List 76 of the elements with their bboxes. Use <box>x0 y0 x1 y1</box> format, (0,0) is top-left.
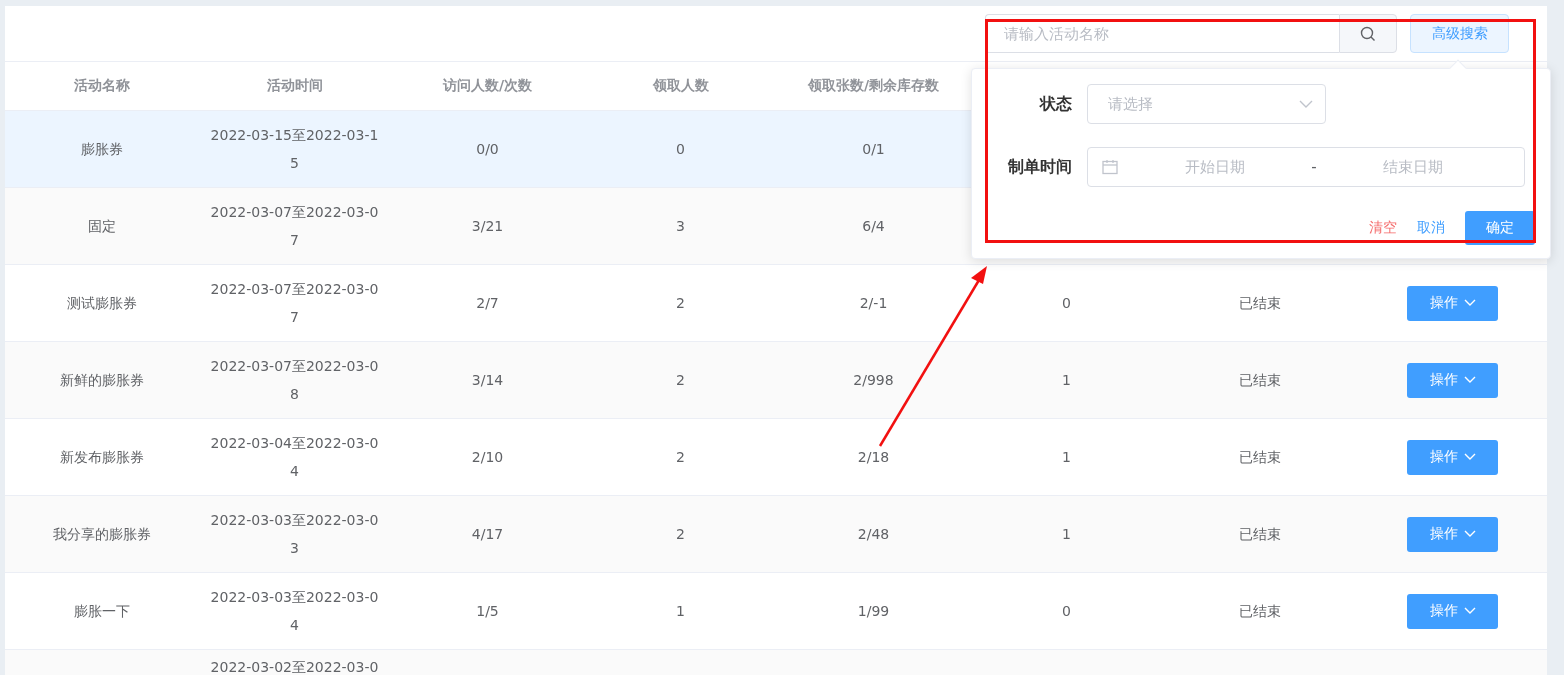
table-cell-text: 膨胀券 <box>80 140 123 159</box>
table-cell-text: 2022-03-07至2022-03-08 <box>210 357 379 404</box>
status-select[interactable]: 请选择 <box>1087 84 1326 124</box>
field-label: 制单时间 <box>1007 156 1072 178</box>
table-cell-text: 2/998 <box>853 371 894 390</box>
confirm-button[interactable]: 确定 <box>1465 211 1535 245</box>
calendar-icon <box>1102 159 1118 175</box>
table-cell-text: 1 <box>676 602 685 621</box>
table-cell-text: 2022-03-04至2022-03-04 <box>210 434 379 481</box>
chevron-down-icon <box>1463 376 1476 384</box>
search-icon <box>1360 25 1376 42</box>
chevron-down-icon <box>1463 299 1476 307</box>
table-cell-text: 2022-03-07至2022-03-07 <box>210 203 379 250</box>
table-cell-text: 2 <box>676 371 685 390</box>
table-cell-text: 0/0 <box>476 140 499 159</box>
table-cell-text: 已结束 <box>1238 448 1281 467</box>
table-cell-text: 1 <box>1062 525 1071 544</box>
action-dropdown-button[interactable]: 操作 <box>1407 516 1498 552</box>
table-cell-text: 测试膨胀券 <box>66 294 137 313</box>
table-cell-text: 3 <box>676 217 685 236</box>
table-cell-text: 2/18 <box>857 448 890 467</box>
table-cell-text: 已结束 <box>1238 525 1281 544</box>
table-cell-text: 已结束 <box>1238 294 1281 313</box>
table-cell-text: 新发布膨胀券 <box>59 448 144 467</box>
table-cell-text: 1/99 <box>857 602 890 621</box>
table-cell-text: 2 <box>676 294 685 313</box>
table-cell-text: 0 <box>676 140 685 159</box>
table-cell-text: 1 <box>1062 371 1071 390</box>
table-cell-text: 固定 <box>87 217 116 236</box>
text-button[interactable]: 清空 <box>1369 211 1397 245</box>
table-cell-text: 0 <box>1062 602 1071 621</box>
table-cell-text: 已结束 <box>1238 602 1281 621</box>
date-range-field[interactable]: 开始日期 - 结束日期 <box>1087 147 1525 187</box>
column-header: 领取人数 <box>651 77 710 95</box>
search-field[interactable]: 请输入活动名称 <box>985 14 1339 53</box>
column-header: 活动时间 <box>265 77 324 95</box>
table-cell-text: 1/5 <box>476 602 499 621</box>
chevron-down-icon <box>1299 99 1313 109</box>
table-cell-text: 我分享的膨胀券 <box>52 525 151 544</box>
search-button[interactable] <box>1339 14 1397 53</box>
column-header: 访问人数/次数 <box>441 77 534 95</box>
table-row[interactable]: 2022-03-02至2022-03-0 <box>5 650 1547 675</box>
table-cell-text: 2/10 <box>471 448 504 467</box>
action-dropdown-button[interactable]: 操作 <box>1407 362 1498 398</box>
column-header: 领取张数/剩余库存数 <box>806 77 941 95</box>
table-cell-text: 已结束 <box>1238 371 1281 390</box>
table-cell-text: 0/1 <box>862 140 885 159</box>
table-cell-text: 2022-03-03至2022-03-04 <box>210 588 379 635</box>
table-cell-text: 1 <box>1062 448 1071 467</box>
action-dropdown-button[interactable]: 操作 <box>1407 285 1498 321</box>
chevron-down-icon <box>1463 530 1476 538</box>
table-row[interactable]: 新鲜的膨胀券 2022-03-07至2022-03-08 3/14 2 2/998 1 已结束 操作 <box>5 342 1547 419</box>
table-cell-text: 3/21 <box>471 217 504 236</box>
table-row[interactable]: 我分享的膨胀券 2022-03-03至2022-03-03 4/17 2 2/48 1 已结束 操作 <box>5 496 1547 573</box>
table-cell-text: 2/7 <box>476 294 499 313</box>
table-cell-text: 新鲜的膨胀券 <box>59 371 144 390</box>
table-cell-text: 2022-03-07至2022-03-07 <box>210 280 379 327</box>
table-cell-text: 2 <box>676 448 685 467</box>
table-cell-text: 3/14 <box>471 371 504 390</box>
table-cell-text: 6/4 <box>862 217 885 236</box>
table-cell-text: 2/-1 <box>859 294 888 313</box>
table-cell-text: 2022-03-02至2022-03-0 <box>210 658 379 675</box>
table-cell-text: 2 <box>676 525 685 544</box>
column-header: 活动名称 <box>72 77 131 95</box>
action-dropdown-button[interactable]: 操作 <box>1407 593 1498 629</box>
table-cell-text: 0 <box>1062 294 1071 313</box>
chevron-down-icon <box>1463 607 1476 615</box>
table-cell-text: 2/48 <box>857 525 890 544</box>
table-cell-text: 膨胀一下 <box>73 602 130 621</box>
table-cell-text: 2022-03-15至2022-03-15 <box>210 126 379 173</box>
advanced-search-button[interactable]: 高级搜索 <box>1410 14 1509 53</box>
text-button[interactable]: 取消 <box>1417 211 1445 245</box>
table-cell-text: 2022-03-03至2022-03-03 <box>210 511 379 558</box>
table-cell-text: 4/17 <box>471 525 504 544</box>
action-dropdown-button[interactable]: 操作 <box>1407 439 1498 475</box>
chevron-down-icon <box>1463 453 1476 461</box>
